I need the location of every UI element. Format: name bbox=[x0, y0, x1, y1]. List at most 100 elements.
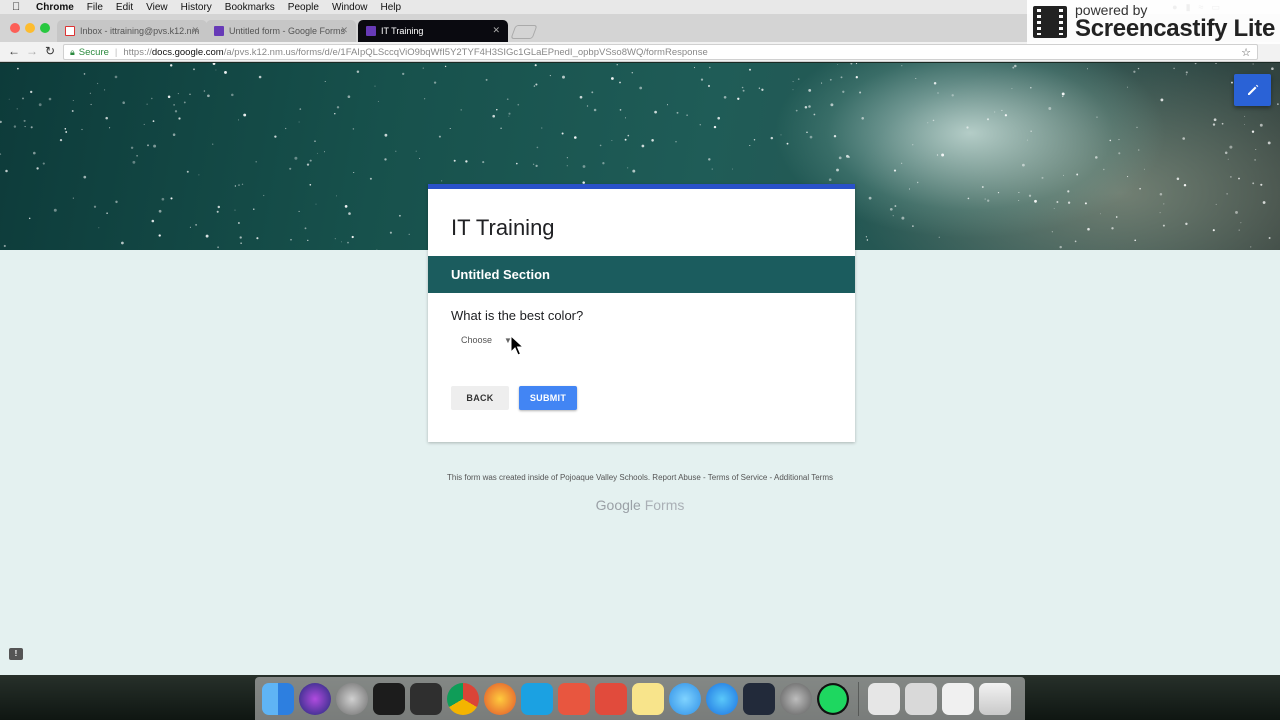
window-minimize-button[interactable] bbox=[25, 23, 35, 33]
firefox-icon[interactable] bbox=[484, 682, 516, 715]
menu-file[interactable]: File bbox=[87, 2, 103, 13]
tab-inbox[interactable]: Inbox - ittraining@pvs.k12.nm ✕ bbox=[57, 20, 207, 42]
star-dot bbox=[1185, 74, 1187, 76]
star-dot bbox=[1109, 139, 1112, 142]
trash-icon[interactable] bbox=[979, 682, 1011, 715]
star-dot bbox=[1244, 124, 1245, 125]
siri-icon[interactable] bbox=[299, 682, 331, 715]
new-tab-button[interactable] bbox=[510, 25, 538, 39]
apple-menu-icon[interactable]:  bbox=[12, 1, 26, 13]
tab-it-training[interactable]: IT Training ✕ bbox=[358, 20, 508, 42]
star-dot bbox=[1028, 194, 1032, 197]
documents-stack-icon[interactable] bbox=[868, 682, 900, 715]
star-dot bbox=[1067, 201, 1071, 204]
star-dot bbox=[1262, 201, 1266, 204]
star-dot bbox=[438, 135, 441, 138]
menu-view[interactable]: View bbox=[146, 2, 168, 13]
star-dot bbox=[170, 197, 173, 200]
star-dot bbox=[1176, 177, 1180, 181]
forward-arrow-icon[interactable]: → bbox=[26, 44, 38, 58]
star-dot bbox=[534, 64, 537, 67]
star-dot bbox=[143, 123, 145, 125]
star-dot bbox=[353, 171, 355, 174]
star-dot bbox=[36, 167, 39, 170]
spotify-icon[interactable] bbox=[817, 682, 849, 715]
window-close-button[interactable] bbox=[10, 23, 20, 33]
star-dot bbox=[1051, 231, 1053, 233]
star-dot bbox=[0, 120, 2, 124]
star-dot bbox=[1034, 199, 1037, 203]
star-dot bbox=[532, 163, 535, 165]
star-dot bbox=[263, 194, 265, 197]
back-arrow-icon[interactable]: ← bbox=[8, 44, 20, 58]
star-dot bbox=[105, 116, 108, 120]
tab-untitled-form[interactable]: Untitled form - Google Forms ✕ bbox=[206, 20, 356, 42]
form-title: IT Training bbox=[451, 215, 555, 240]
menu-people[interactable]: People bbox=[288, 2, 319, 13]
star-dot bbox=[334, 238, 336, 240]
star-dot bbox=[1136, 126, 1138, 129]
window-zoom-button[interactable] bbox=[40, 23, 50, 33]
activity-monitor-icon[interactable] bbox=[410, 682, 442, 715]
star-dot bbox=[893, 169, 897, 172]
report-problem-icon[interactable]: ! bbox=[9, 648, 23, 660]
terminal-icon[interactable] bbox=[373, 682, 405, 715]
chrome-icon[interactable] bbox=[447, 682, 479, 715]
star-dot bbox=[804, 106, 808, 109]
star-dot bbox=[1087, 68, 1089, 70]
watermark-bottom-text: Screencastify Lite bbox=[1075, 15, 1276, 42]
finder-icon[interactable] bbox=[262, 682, 294, 715]
star-dot bbox=[1185, 222, 1188, 226]
menu-bookmarks[interactable]: Bookmarks bbox=[225, 2, 275, 13]
star-dot bbox=[508, 112, 511, 115]
notes-icon[interactable] bbox=[632, 682, 664, 715]
star-dot bbox=[299, 108, 302, 110]
star-dot bbox=[833, 134, 837, 138]
screen-capture-icon[interactable] bbox=[521, 682, 553, 715]
star-dot bbox=[699, 124, 701, 126]
bookmark-app-icon[interactable] bbox=[558, 682, 590, 715]
menu-help[interactable]: Help bbox=[381, 2, 402, 13]
star-dot bbox=[611, 140, 613, 141]
reload-icon[interactable]: ↻ bbox=[45, 44, 55, 58]
star-dot bbox=[717, 116, 720, 120]
remote-desktop-icon[interactable] bbox=[595, 682, 627, 715]
star-dot bbox=[314, 140, 316, 142]
submit-button[interactable]: SUBMIT bbox=[519, 386, 577, 410]
star-dot bbox=[737, 97, 740, 100]
star-dot bbox=[215, 69, 217, 71]
star-dot bbox=[1162, 224, 1165, 227]
launchpad-icon[interactable] bbox=[336, 682, 368, 715]
tab-close-icon[interactable]: ✕ bbox=[191, 25, 199, 36]
star-dot bbox=[1103, 168, 1105, 171]
address-bar[interactable]: 🔒︎ Secure | https:// docs.google.com /a/… bbox=[63, 44, 1258, 60]
menu-history[interactable]: History bbox=[181, 2, 212, 13]
tab-close-icon[interactable]: ✕ bbox=[492, 25, 500, 36]
star-dot bbox=[1173, 67, 1175, 70]
back-button[interactable]: BACK bbox=[451, 386, 509, 410]
star-dot bbox=[217, 246, 219, 249]
menu-window[interactable]: Window bbox=[332, 2, 368, 13]
star-dot bbox=[611, 77, 614, 80]
star-dot bbox=[374, 85, 376, 87]
star-dot bbox=[535, 164, 538, 168]
star-dot bbox=[207, 94, 210, 98]
star-dot bbox=[1100, 213, 1101, 215]
binary-app-icon[interactable] bbox=[743, 682, 775, 715]
bookmark-star-icon[interactable]: ☆ bbox=[1241, 46, 1251, 59]
star-dot bbox=[1118, 152, 1121, 155]
menu-app-name[interactable]: Chrome bbox=[36, 2, 74, 13]
star-dot bbox=[707, 84, 711, 88]
preview-stack-icon[interactable] bbox=[905, 682, 937, 715]
edit-form-button[interactable] bbox=[1234, 74, 1271, 106]
app-store-icon[interactable] bbox=[706, 682, 738, 715]
star-dot bbox=[808, 105, 811, 108]
downloads-stack-icon[interactable] bbox=[942, 682, 974, 715]
system-preferences-icon[interactable] bbox=[780, 682, 812, 715]
menu-edit[interactable]: Edit bbox=[116, 2, 133, 13]
tab-close-icon[interactable]: ✕ bbox=[340, 25, 348, 36]
star-dot bbox=[641, 144, 645, 148]
messages-icon[interactable] bbox=[669, 682, 701, 715]
star-dot bbox=[761, 88, 764, 91]
star-dot bbox=[1074, 240, 1077, 243]
